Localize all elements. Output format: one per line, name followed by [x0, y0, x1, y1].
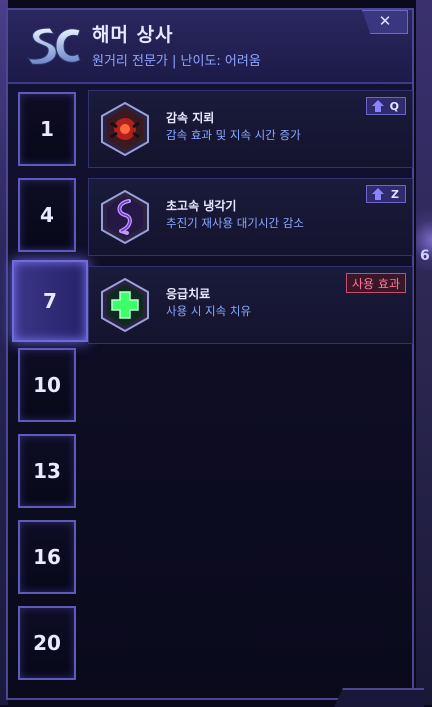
level-tier-13[interactable]: 13 — [18, 434, 76, 508]
level-tier-20[interactable]: 20 — [18, 606, 76, 680]
thruster-icon — [101, 189, 149, 245]
level-tier-1[interactable]: 1 — [18, 92, 76, 166]
hotkey-badge: Z — [366, 185, 406, 203]
level-tier-16[interactable]: 16 — [18, 520, 76, 594]
active-ability-badge: 사용 효과 — [346, 273, 406, 293]
hotkey-badge: Q — [366, 97, 406, 115]
talent-panel: 해머 상사 원거리 전문가 | 난이도: 어려움 ✕ 1 4 7 10 13 1… — [6, 8, 414, 700]
hotkey-label: Q — [389, 99, 399, 113]
talent-card[interactable]: 초고속 냉각기 추진기 재사용 대기시간 감소 Z — [88, 178, 413, 256]
talent-name: 초고속 냉각기 — [166, 199, 237, 213]
level-tier-4[interactable]: 4 — [18, 178, 76, 252]
level-tier-10[interactable]: 10 — [18, 348, 76, 422]
talent-name: 감속 지뢰 — [166, 111, 215, 125]
talent-card[interactable]: 응급치료 사용 시 지속 치유 사용 효과 — [88, 266, 413, 344]
first-aid-icon — [101, 277, 149, 333]
hero-role: 원거리 전문가 | 난이도: 어려움 — [92, 54, 261, 69]
level-tier-7[interactable]: 7 — [12, 260, 88, 342]
spider-mine-icon — [101, 101, 149, 157]
talent-name: 응급치료 — [166, 287, 211, 301]
talent-description: 감속 효과 및 지속 시간 증가 — [166, 128, 301, 142]
close-button[interactable]: ✕ — [362, 10, 408, 34]
talent-description: 추진기 재사용 대기시간 감소 — [166, 216, 304, 230]
background-number: 6 — [420, 248, 430, 264]
upgrade-arrow-icon — [372, 100, 384, 112]
hero-name: 해머 상사 — [92, 24, 174, 46]
upgrade-arrow-icon — [372, 188, 384, 200]
talent-card[interactable]: 감속 지뢰 감속 효과 및 지속 시간 증가 Q — [88, 90, 413, 168]
hotkey-label: Z — [391, 187, 399, 201]
panel-bottom-notch — [334, 688, 424, 707]
background-right-edge: 6 — [416, 0, 432, 705]
talent-description: 사용 시 지속 치유 — [166, 304, 252, 318]
starcraft-logo-icon — [26, 27, 81, 65]
panel-header: 해머 상사 원거리 전문가 | 난이도: 어려움 ✕ — [8, 10, 412, 84]
